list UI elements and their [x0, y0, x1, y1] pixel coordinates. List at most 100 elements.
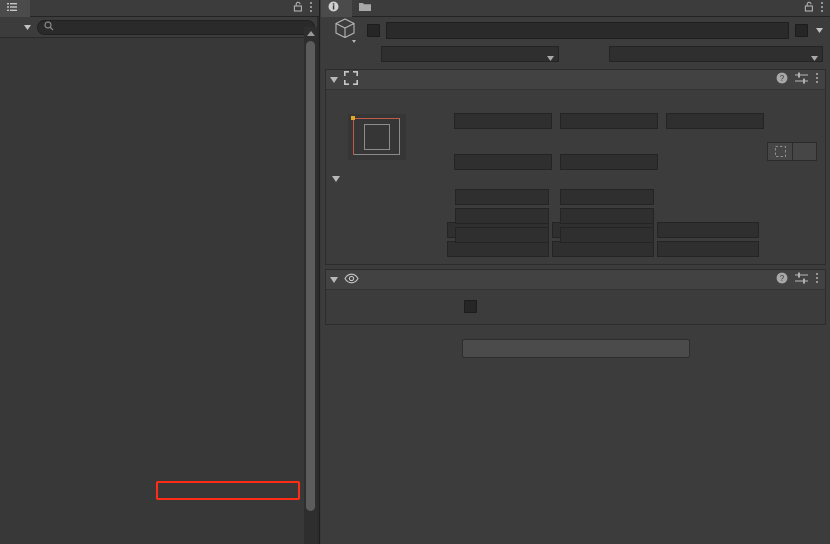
- search-input[interactable]: [37, 19, 315, 35]
- rect-transform-icon: [344, 71, 358, 88]
- anchor-min-x-input[interactable]: [455, 188, 549, 205]
- blueprint-mode-icon[interactable]: [768, 143, 792, 160]
- canvas-renderer-body: [326, 290, 825, 324]
- hierarchy-tree[interactable]: [0, 38, 319, 544]
- gameobject-enabled-checkbox[interactable]: [367, 23, 380, 37]
- raw-edit-mode-button[interactable]: [792, 143, 816, 160]
- hierarchy-toolbar: [0, 17, 319, 38]
- pos-y-label: [560, 94, 658, 109]
- pivot-y-group: [549, 226, 654, 243]
- svg-text:?: ?: [780, 74, 785, 83]
- pivot-row: [326, 225, 825, 244]
- cull-transparent-mesh-row: [326, 294, 825, 318]
- anchor-max-row: [326, 206, 825, 225]
- pos-x-input[interactable]: [454, 113, 552, 129]
- add-component-area: [321, 339, 830, 358]
- anchor-guide-right: [399, 118, 400, 155]
- anchor-preset-widget[interactable]: [340, 102, 414, 164]
- height-input[interactable]: [560, 154, 658, 170]
- rect-transform-position-grid: [454, 94, 825, 173]
- prefab-cube-icon[interactable]: [331, 15, 361, 45]
- help-icon[interactable]: ?: [776, 72, 788, 87]
- anchors-section: [326, 170, 825, 244]
- search-icon: [44, 20, 54, 34]
- scroll-up-arrow-icon[interactable]: [304, 28, 317, 39]
- kebab-menu-icon[interactable]: [815, 72, 819, 87]
- rect-transform-header[interactable]: ?: [326, 70, 825, 90]
- anchor-guide-left: [353, 118, 354, 155]
- inspector-tabbar: [321, 0, 830, 17]
- pos-value-row: [454, 113, 817, 132]
- add-component-button[interactable]: [461, 339, 690, 358]
- anchors-foldout[interactable]: [326, 170, 825, 187]
- component-canvas-renderer: ?: [325, 269, 826, 325]
- lock-icon[interactable]: [804, 1, 814, 15]
- scrollbar-thumb[interactable]: [306, 41, 315, 511]
- pos-label-row: [454, 94, 817, 113]
- hierarchy-icon: [7, 2, 17, 15]
- anchor-guide-top: [353, 118, 400, 119]
- help-icon[interactable]: ?: [776, 272, 788, 287]
- pivot-x-group: [444, 226, 549, 243]
- pos-x-label: [454, 94, 552, 109]
- chevron-down-icon[interactable]: [816, 24, 823, 36]
- anchor-max-x-group: [444, 207, 549, 224]
- anchor-rect: [364, 124, 390, 150]
- triangle-down-icon: [332, 173, 340, 185]
- pos-z-label: [666, 94, 764, 109]
- canvas-renderer-header[interactable]: ?: [326, 270, 825, 290]
- tag-dropdown[interactable]: [381, 46, 559, 62]
- hierarchy-scrollbar[interactable]: [304, 27, 317, 544]
- anchor-handle: [351, 116, 355, 120]
- layer-dropdown[interactable]: [609, 46, 823, 62]
- pivot-y-input[interactable]: [560, 226, 654, 243]
- rect-transform-mode-buttons: [767, 142, 817, 161]
- inspector-body: ? ?: [321, 17, 830, 544]
- chevron-down-icon[interactable]: [22, 19, 33, 36]
- size-label-row: [454, 135, 817, 154]
- anchor-guide-bottom: [353, 154, 400, 155]
- chevron-down-icon: [547, 52, 554, 64]
- info-icon: [328, 1, 339, 15]
- anchor-max-y-input[interactable]: [560, 207, 654, 224]
- hierarchy-tabbar: [0, 0, 319, 17]
- width-label: [454, 135, 552, 150]
- pos-z-input[interactable]: [666, 113, 764, 129]
- anchor-max-x-input[interactable]: [455, 207, 549, 224]
- anchor-min-x-group: [444, 188, 549, 205]
- anchor-min-y-group: [549, 188, 654, 205]
- cull-transparent-mesh-checkbox[interactable]: [464, 299, 477, 313]
- static-checkbox[interactable]: [795, 23, 808, 37]
- preset-icon[interactable]: [795, 272, 808, 287]
- static-toggle-group: [795, 23, 823, 37]
- rect-transform-header-actions: ?: [776, 72, 819, 87]
- gameobject-name-field[interactable]: [386, 21, 789, 39]
- inspector-tabbar-actions: [804, 1, 830, 16]
- hierarchy-panel: [0, 0, 320, 544]
- anchor-min-y-input[interactable]: [560, 188, 654, 205]
- component-rect-transform: ?: [325, 69, 826, 265]
- width-input[interactable]: [454, 154, 552, 170]
- gameobject-header: [321, 17, 830, 43]
- scrollbar-track-edge: [317, 17, 319, 544]
- triangle-down-icon[interactable]: [330, 74, 338, 86]
- tab-hierarchy[interactable]: [0, 0, 30, 17]
- height-label: [560, 135, 658, 150]
- folder-icon: [359, 2, 371, 15]
- pivot-x-input[interactable]: [455, 226, 549, 243]
- eye-icon: [344, 273, 359, 287]
- preset-icon[interactable]: [795, 72, 808, 87]
- svg-text:?: ?: [780, 274, 785, 283]
- inspector-panel: ? ?: [321, 0, 830, 544]
- canvas-renderer-header-actions: ?: [776, 272, 819, 287]
- kebab-menu-icon[interactable]: [309, 1, 313, 16]
- hierarchy-tabbar-actions: [293, 1, 319, 16]
- triangle-down-icon[interactable]: [330, 274, 338, 286]
- add-gameobject-button[interactable]: [2, 19, 20, 36]
- kebab-menu-icon[interactable]: [820, 1, 824, 16]
- anchor-preset-box: [348, 114, 406, 160]
- kebab-menu-icon[interactable]: [815, 272, 819, 287]
- rect-transform-body: [326, 90, 825, 243]
- lock-icon[interactable]: [293, 1, 303, 15]
- pos-y-input[interactable]: [560, 113, 658, 129]
